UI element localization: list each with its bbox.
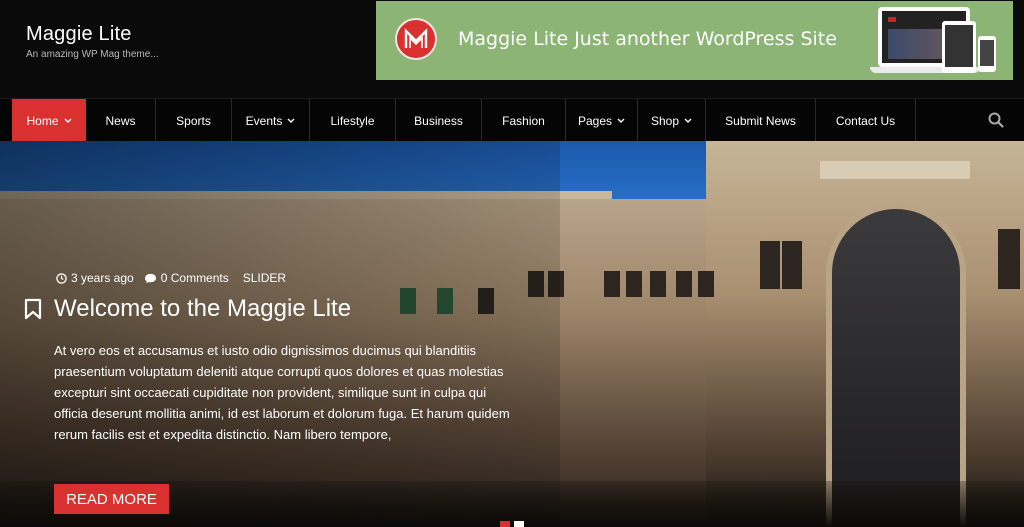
nav-item-label: Sports (176, 113, 211, 128)
main-navigation: Home News Sports Events Lifestyle Busine… (0, 98, 1024, 142)
nav-item-home[interactable]: Home (12, 99, 86, 142)
post-excerpt: At vero eos et accusamus et iusto odio d… (54, 343, 510, 442)
post-comments-link[interactable]: 0 Comments (161, 271, 229, 285)
tablet-mockup-image (942, 21, 976, 73)
nav-item-business[interactable]: Business (396, 99, 482, 142)
nav-item-shop[interactable]: Shop (638, 99, 706, 142)
galleria-arch-image (826, 203, 966, 527)
post-category[interactable]: SLIDER (243, 271, 286, 285)
nav-item-events[interactable]: Events (232, 99, 310, 142)
nav-item-label: Pages (577, 113, 613, 128)
nav-item-label: News (105, 113, 136, 128)
hero-slider: 3 years ago 0 Comments SLIDER Welcome to… (0, 141, 1024, 527)
nav-item-submit-news[interactable]: Submit News (706, 99, 816, 142)
slider-dot[interactable] (514, 521, 524, 527)
nav-item-news[interactable]: News (86, 99, 156, 142)
nav-item-sports[interactable]: Sports (156, 99, 232, 142)
header-banner-ad[interactable]: Maggie Lite Just another WordPress Site (376, 1, 1013, 80)
clock-icon (56, 272, 67, 284)
chevron-down-icon (617, 118, 625, 123)
nav-item-label: Submit News (725, 113, 796, 128)
site-title[interactable]: Maggie Lite (26, 23, 132, 46)
nav-item-lifestyle[interactable]: Lifestyle (310, 99, 396, 142)
banner-text: Maggie Lite Just another WordPress Site (458, 28, 837, 50)
slider-pagination (500, 521, 524, 527)
nav-item-label: Home (26, 113, 59, 128)
search-icon[interactable] (988, 112, 1004, 128)
nav-item-contact-us[interactable]: Contact Us (816, 99, 916, 142)
nav-item-label: Lifestyle (330, 113, 375, 128)
nav-item-fashion[interactable]: Fashion (482, 99, 566, 142)
phone-mockup-image (978, 36, 996, 72)
nav-item-label: Fashion (502, 113, 545, 128)
site-tagline: An amazing WP Mag theme... (26, 49, 159, 60)
chevron-down-icon (64, 118, 71, 123)
nav-item-label: Shop (650, 113, 680, 128)
site-header: Maggie Lite An amazing WP Mag theme... M… (0, 0, 1024, 98)
chevron-down-icon (684, 118, 692, 123)
post-title[interactable]: Welcome to the Maggie Lite (54, 295, 351, 323)
nav-item-pages[interactable]: Pages (566, 99, 638, 142)
maggie-logo-icon (395, 18, 437, 60)
bookmark-icon (24, 298, 42, 320)
nav-item-label: Business (414, 113, 463, 128)
chevron-down-icon (287, 118, 295, 123)
nav-item-label: Events (245, 113, 283, 128)
slider-dot[interactable] (500, 521, 510, 527)
comment-icon (144, 273, 156, 283)
post-date[interactable]: 3 years ago (71, 271, 134, 285)
post-meta: 3 years ago 0 Comments SLIDER (56, 271, 286, 285)
nav-item-label: Contact Us (835, 113, 896, 128)
read-more-button[interactable]: READ MORE (54, 484, 169, 514)
